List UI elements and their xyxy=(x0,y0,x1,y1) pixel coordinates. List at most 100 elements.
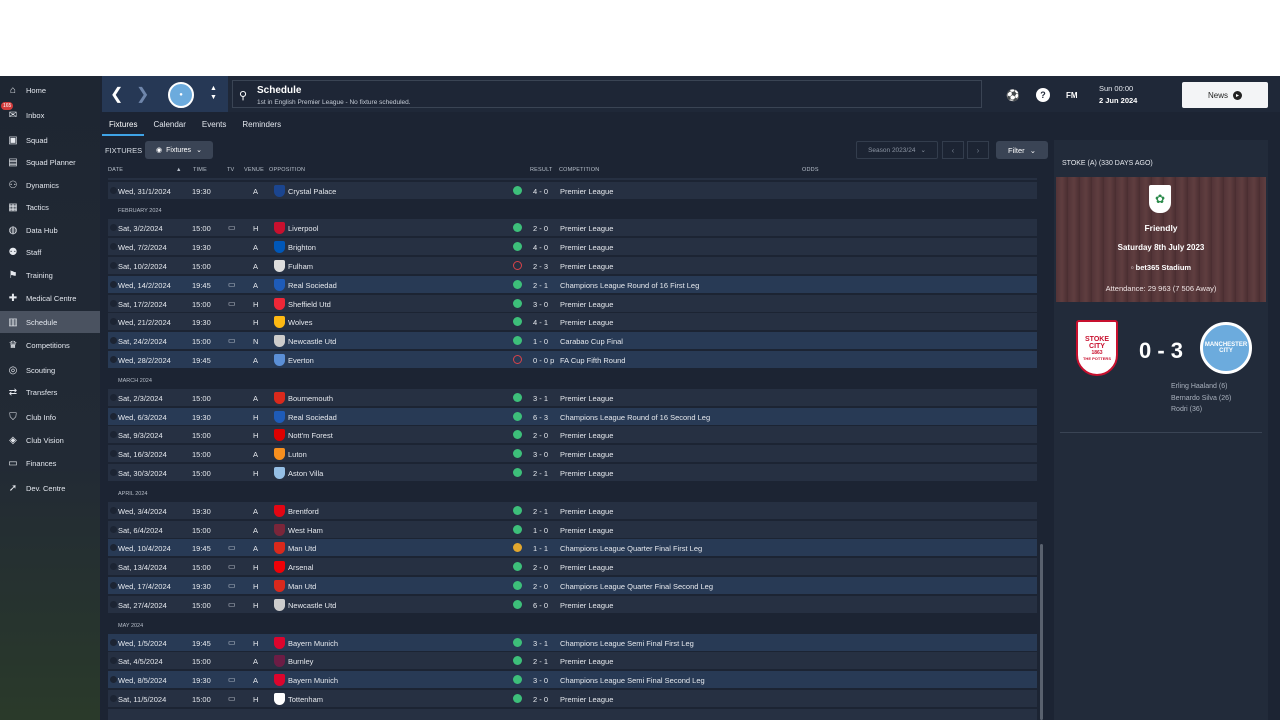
row-select-indicator[interactable] xyxy=(110,676,117,684)
row-select-indicator[interactable] xyxy=(110,412,117,420)
forward-arrow-icon[interactable]: ❯ xyxy=(136,84,149,104)
row-select-indicator[interactable] xyxy=(110,431,117,439)
row-select-indicator[interactable] xyxy=(110,318,117,326)
fixture-result[interactable]: 2 - 1 xyxy=(533,507,548,516)
fixture-result[interactable]: 3 - 1 xyxy=(533,394,548,403)
fixture-result[interactable]: 2 - 0 xyxy=(533,563,548,572)
season-dropdown[interactable]: Season 2023/24 ⌄ xyxy=(856,141,938,159)
fixture-result[interactable]: 4 - 1 xyxy=(533,318,548,327)
sidebar-item-schedule[interactable]: ▥ Schedule xyxy=(0,311,100,333)
table-row[interactable]: Wed, 21/2/2024 19:30 H Wolves 4 - 1 Premier L… xyxy=(108,313,1037,332)
fixture-competition[interactable]: Premier League xyxy=(560,394,613,403)
tab-fixtures[interactable]: Fixtures xyxy=(102,114,145,136)
fixture-result[interactable]: 6 - 3 xyxy=(533,413,548,422)
fixture-opposition[interactable]: Wolves xyxy=(288,318,312,327)
col-odds[interactable]: ODDS xyxy=(802,167,819,173)
fixture-opposition[interactable]: Bayern Munich xyxy=(288,639,338,648)
next-season-button[interactable]: › xyxy=(967,141,989,159)
row-select-indicator[interactable] xyxy=(110,393,117,401)
table-row[interactable]: Sat, 2/3/2024 15:00 A Bournemouth 3 - 1 Premi… xyxy=(108,388,1037,407)
filter-button[interactable]: Filter ⌄ xyxy=(996,141,1048,159)
row-select-indicator[interactable] xyxy=(110,243,117,251)
fixture-opposition[interactable]: Man Utd xyxy=(288,582,316,591)
fixture-competition[interactable]: Carabao Cup Final xyxy=(560,337,623,346)
sidebar-item-dynamics[interactable]: ⚇ Dynamics xyxy=(0,174,100,196)
table-row[interactable]: Sat, 17/2/2024 15:00 ▭ H Sheffield Utd 3 - 0 P… xyxy=(108,294,1037,313)
sidebar-item-squad-planner[interactable]: ▤ Squad Planner xyxy=(0,151,100,173)
panel-title[interactable]: STOKE (A) (330 DAYS AGO) xyxy=(1062,160,1153,167)
fixture-opposition[interactable]: Brighton xyxy=(288,243,316,252)
row-select-indicator[interactable] xyxy=(110,581,117,589)
fixture-opposition[interactable]: Everton xyxy=(288,356,314,365)
search-bar[interactable]: ⚲ Schedule 1st in English Premier League… xyxy=(232,80,982,108)
fixture-competition[interactable]: Champions League Semi Final First Leg xyxy=(560,639,694,648)
col-tv[interactable]: TV xyxy=(227,167,234,173)
table-row[interactable]: Wed, 17/4/2024 19:30 ▭ H Man Utd 2 - 0 Champio… xyxy=(108,576,1037,595)
fixture-opposition[interactable]: Fulham xyxy=(288,262,313,271)
current-time[interactable]: Sun 00:00 xyxy=(1099,84,1133,93)
col-time[interactable]: TIME xyxy=(193,167,207,173)
fixture-competition[interactable]: Champions League Quarter Final Second Le… xyxy=(560,582,713,591)
fixture-result[interactable]: 1 - 1 xyxy=(533,544,548,553)
news-button[interactable]: News ▸ xyxy=(1182,82,1268,108)
fixture-competition[interactable]: Premier League xyxy=(560,262,613,271)
fixture-opposition[interactable]: Burnley xyxy=(288,657,313,666)
fixture-opposition[interactable]: Tottenham xyxy=(288,695,323,704)
fixture-competition[interactable]: Premier League xyxy=(560,601,613,610)
fixture-competition[interactable]: Premier League xyxy=(560,657,613,666)
club-crest-icon[interactable]: ● xyxy=(168,82,194,108)
fixture-result[interactable]: 2 - 0 xyxy=(533,695,548,704)
row-select-indicator[interactable] xyxy=(110,694,117,702)
fixture-competition[interactable]: Premier League xyxy=(560,563,613,572)
fixture-opposition[interactable]: West Ham xyxy=(288,526,323,535)
fixture-opposition[interactable]: Nott'm Forest xyxy=(288,431,333,440)
row-select-indicator[interactable] xyxy=(110,337,117,345)
fixture-result[interactable]: 1 - 0 xyxy=(533,337,548,346)
row-select-indicator[interactable] xyxy=(110,261,117,269)
table-row[interactable]: Wed, 6/3/2024 19:30 H Real Sociedad 6 - 3 Cha… xyxy=(108,407,1037,426)
fixture-opposition[interactable]: Arsenal xyxy=(288,563,313,572)
row-select-indicator[interactable] xyxy=(110,355,117,363)
sidebar-item-competitions[interactable]: ♛ Competitions xyxy=(0,334,100,356)
table-row[interactable]: Sat, 6/4/2024 15:00 A West Ham 1 - 0 Premier … xyxy=(108,520,1037,539)
row-select-indicator[interactable] xyxy=(110,450,117,458)
fixture-opposition[interactable]: Real Sociedad xyxy=(288,281,337,290)
table-row[interactable]: Wed, 7/2/2024 19:30 A Brighton 4 - 0 Premier … xyxy=(108,238,1037,257)
fixture-competition[interactable]: Premier League xyxy=(560,695,613,704)
table-row[interactable]: Sat, 4/5/2024 15:00 A Burnley 2 - 1 Premier L… xyxy=(108,652,1037,671)
sidebar-item-tactics[interactable]: ▦ Tactics xyxy=(0,196,100,218)
fixture-opposition[interactable]: Liverpool xyxy=(288,224,318,233)
fixture-result[interactable]: 3 - 0 xyxy=(533,450,548,459)
fixture-result[interactable]: 2 - 0 xyxy=(533,431,548,440)
fixtures-view-dropdown[interactable]: ◉ Fixtures ⌄ xyxy=(145,141,213,159)
table-row[interactable]: Sat, 13/4/2024 15:00 ▭ H Arsenal 2 - 0 Premier… xyxy=(108,558,1037,577)
fixture-opposition[interactable]: Crystal Palace xyxy=(288,187,336,196)
fixture-result[interactable]: 4 - 0 xyxy=(533,187,548,196)
row-select-indicator[interactable] xyxy=(110,638,117,646)
fixture-competition[interactable]: Premier League xyxy=(560,300,613,309)
row-select-indicator[interactable] xyxy=(110,224,117,232)
fixture-opposition[interactable]: Real Sociedad xyxy=(288,413,337,422)
sidebar-item-medical-centre[interactable]: ✚ Medical Centre xyxy=(0,287,100,309)
fixture-result[interactable]: 2 - 0 xyxy=(533,224,548,233)
scorer[interactable]: Erling Haaland (6) xyxy=(1171,383,1227,390)
fixture-opposition[interactable]: Bournemouth xyxy=(288,394,333,403)
sidebar-item-inbox[interactable]: ✉ 165 Inbox xyxy=(0,102,100,126)
fixture-competition[interactable]: Champions League Semi Final Second Leg xyxy=(560,676,705,685)
sidebar-item-squad[interactable]: ▣ Squad xyxy=(0,129,100,151)
sidebar-item-club-info[interactable]: ⛉ Club Info xyxy=(0,406,100,428)
fixture-opposition[interactable]: Newcastle Utd xyxy=(288,601,336,610)
fixture-result[interactable]: 6 - 0 xyxy=(533,601,548,610)
fixture-result[interactable]: 2 - 1 xyxy=(533,469,548,478)
help-icon[interactable]: ? xyxy=(1036,88,1050,102)
table-row[interactable]: Wed, 10/4/2024 19:45 ▭ A Man Utd 1 - 1 Champio… xyxy=(108,539,1037,558)
fixture-opposition[interactable]: Man Utd xyxy=(288,544,316,553)
club-switch-icon[interactable]: ▲ ▼ xyxy=(210,84,217,102)
table-row[interactable]: Sat, 10/2/2024 15:00 A Fulham 2 - 3 Premier L… xyxy=(108,256,1037,275)
sidebar-item-dev-centre[interactable]: ➚ Dev. Centre xyxy=(0,477,100,499)
sidebar-item-data-hub[interactable]: ◍ Data Hub xyxy=(0,219,100,241)
fixture-result[interactable]: 3 - 1 xyxy=(533,639,548,648)
fixture-opposition[interactable]: Brentford xyxy=(288,507,319,516)
table-row[interactable]: Sat, 30/3/2024 15:00 H Aston Villa 2 - 1 Prem… xyxy=(108,463,1037,482)
fixture-competition[interactable]: Premier League xyxy=(560,469,613,478)
